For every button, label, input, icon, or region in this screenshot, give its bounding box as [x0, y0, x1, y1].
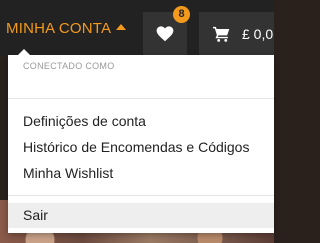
divider	[8, 195, 274, 196]
cart-icon	[213, 26, 230, 42]
cart-total: £ 0,0	[242, 26, 274, 42]
dropdown-pointer	[18, 49, 30, 55]
account-label: MINHA CONTA	[6, 19, 112, 37]
menu-item-wishlist[interactable]: Minha Wishlist	[8, 163, 274, 183]
menu-item-account-settings[interactable]: Definições de conta	[8, 111, 274, 131]
account-menu-toggle[interactable]: MINHA CONTA	[6, 16, 127, 40]
top-bar: MINHA CONTA 8 £ 0,0	[0, 0, 274, 56]
divider	[8, 98, 274, 99]
caret-up-icon	[116, 24, 127, 30]
logout-button[interactable]: Sair	[8, 203, 274, 228]
cart-button[interactable]: £ 0,0	[199, 12, 274, 56]
heart-icon	[156, 26, 174, 42]
account-dropdown: CONECTADO COMO Definições de conta Histó…	[8, 49, 274, 233]
menu-item-order-history[interactable]: Histórico de Encomendas e Códigos	[8, 137, 274, 157]
wishlist-count-badge: 8	[173, 6, 190, 23]
connected-as-label: CONECTADO COMO	[23, 61, 115, 71]
